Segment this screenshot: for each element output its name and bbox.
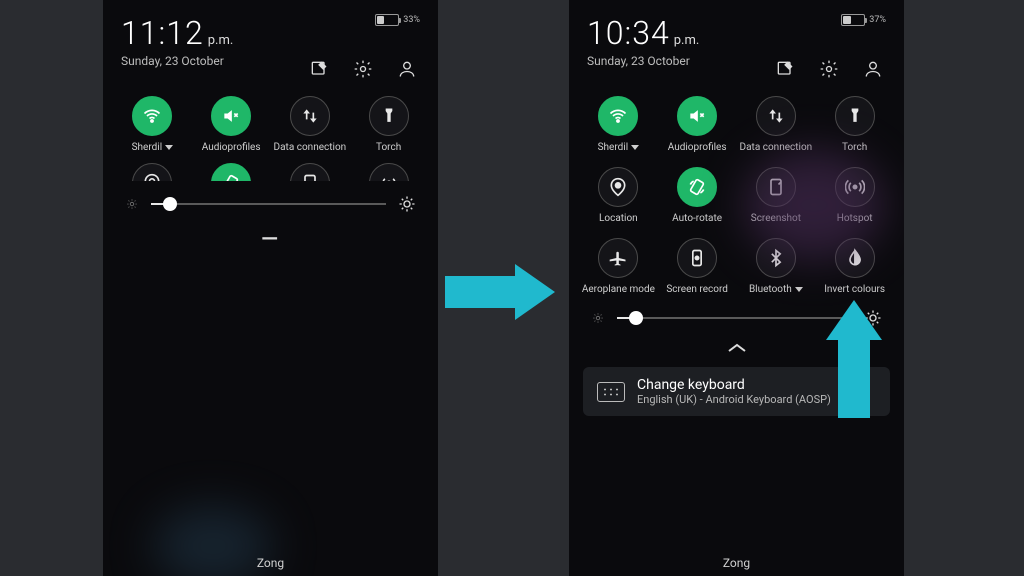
phone-screenshot-expanded: 10:34 p.m. Sunday, 23 October 37% Sherdi…	[569, 0, 904, 576]
tile-label: Sherdil	[132, 142, 163, 153]
slider-thumb[interactable]	[163, 197, 177, 211]
autorotate-icon	[211, 163, 251, 181]
tile-audio[interactable]: Audioprofiles	[192, 96, 271, 153]
data-arrows-icon	[290, 96, 330, 136]
notification-title: Change keyboard	[637, 377, 831, 393]
carrier-label: Zong	[103, 556, 438, 570]
tile-label: Invert colours	[824, 284, 885, 295]
speaker-mute-icon	[211, 96, 251, 136]
tile-autorotate[interactable]: Auto-rotate	[658, 167, 737, 224]
battery-indicator: 37%	[841, 14, 886, 26]
tile-label: Auto-rotate	[672, 213, 722, 224]
autorotate-icon	[677, 167, 717, 207]
battery-indicator: 33%	[375, 14, 420, 26]
quick-tiles: Sherdil Audioprofiles Data connection To…	[103, 90, 438, 153]
tile-label: Screenshot	[751, 213, 801, 224]
chevron-up-icon	[725, 341, 749, 355]
location-icon	[598, 167, 638, 207]
tile-label: Aeroplane mode	[582, 284, 655, 295]
brightness-low-icon	[125, 197, 139, 211]
tile-data[interactable]: Data connection	[271, 96, 350, 153]
battery-fill	[843, 16, 850, 24]
tile-airplane[interactable]: Aeroplane mode	[579, 238, 658, 295]
hotspot-icon	[835, 167, 875, 207]
clock: 11:12 p.m.	[121, 14, 233, 52]
wifi-icon	[132, 96, 172, 136]
slider-track[interactable]	[617, 317, 852, 319]
drag-handle[interactable]: —	[103, 219, 438, 258]
tile-label: Torch	[842, 142, 867, 153]
battery-percent: 33%	[403, 15, 420, 25]
slider-thumb[interactable]	[629, 311, 643, 325]
tile-label: Audioprofiles	[202, 142, 261, 153]
invert-colours-icon	[835, 238, 875, 278]
date-text: Sunday, 23 October	[587, 54, 699, 68]
carrier-label: Zong	[569, 556, 904, 570]
chevron-down-icon	[631, 145, 639, 150]
tile-audio[interactable]: Audioprofiles	[658, 96, 737, 153]
time-text: 10:34	[587, 14, 670, 52]
brightness-high-icon	[398, 195, 416, 213]
data-arrows-icon	[756, 96, 796, 136]
ampm-text: p.m.	[674, 33, 700, 48]
flashlight-icon	[369, 96, 409, 136]
tile-torch[interactable]: Torch	[349, 96, 428, 153]
battery-percent: 37%	[869, 15, 886, 25]
tile-label: Data connection	[740, 142, 813, 153]
speaker-mute-icon	[677, 96, 717, 136]
gear-icon[interactable]	[352, 58, 374, 80]
wifi-icon	[598, 96, 638, 136]
airplane-icon	[598, 238, 638, 278]
edit-icon[interactable]	[308, 58, 330, 80]
location-icon	[132, 163, 172, 181]
tile-torch[interactable]: Torch	[815, 96, 894, 153]
slider-track[interactable]	[151, 203, 386, 205]
screenshot-icon	[290, 163, 330, 181]
tiles-peek-row	[103, 153, 438, 181]
tile-screenrecord[interactable]: Screen record	[658, 238, 737, 295]
profile-icon[interactable]	[396, 58, 418, 80]
phone-screenshot-collapsed: 11:12 p.m. Sunday, 23 October 33% Sherdi…	[103, 0, 438, 576]
tile-label: Bluetooth	[749, 284, 792, 295]
keyboard-icon	[597, 382, 625, 402]
ampm-text: p.m.	[208, 33, 234, 48]
gear-icon[interactable]	[818, 58, 840, 80]
tile-label: Data connection	[274, 142, 347, 153]
tile-hotspot[interactable]: Hotspot	[815, 167, 894, 224]
chevron-down-icon	[165, 145, 173, 150]
quick-tiles: Sherdil Audioprofiles Data connection To…	[569, 90, 904, 295]
bluetooth-icon	[756, 238, 796, 278]
tile-data[interactable]: Data connection	[737, 96, 816, 153]
tile-wifi[interactable]: Sherdil	[113, 96, 192, 153]
annotation-arrow-right	[445, 264, 565, 320]
tile-label: Hotspot	[837, 213, 873, 224]
profile-icon[interactable]	[862, 58, 884, 80]
tile-label: Audioprofiles	[668, 142, 727, 153]
date-text: Sunday, 23 October	[121, 54, 233, 68]
brightness-low-icon	[591, 311, 605, 325]
tile-location[interactable]: Location	[579, 167, 658, 224]
screenshot-icon	[756, 167, 796, 207]
clock: 10:34 p.m.	[587, 14, 699, 52]
chevron-down-icon	[795, 287, 803, 292]
notification-subtitle: English (UK) - Android Keyboard (AOSP)	[637, 393, 831, 406]
tile-label: Location	[599, 213, 638, 224]
tile-wifi[interactable]: Sherdil	[579, 96, 658, 153]
brightness-slider[interactable]	[103, 181, 438, 219]
edit-icon[interactable]	[774, 58, 796, 80]
tile-bluetooth[interactable]: Bluetooth	[737, 238, 816, 295]
battery-fill	[377, 16, 384, 24]
tile-label: Screen record	[666, 284, 728, 295]
tile-invertcolours[interactable]: Invert colours	[815, 238, 894, 295]
time-text: 11:12	[121, 14, 204, 52]
flashlight-icon	[835, 96, 875, 136]
tile-label: Sherdil	[598, 142, 629, 153]
tile-label: Torch	[376, 142, 401, 153]
hotspot-icon	[369, 163, 409, 181]
annotation-arrow-up	[828, 300, 880, 418]
tile-screenshot[interactable]: Screenshot	[737, 167, 816, 224]
screenrecord-icon	[677, 238, 717, 278]
